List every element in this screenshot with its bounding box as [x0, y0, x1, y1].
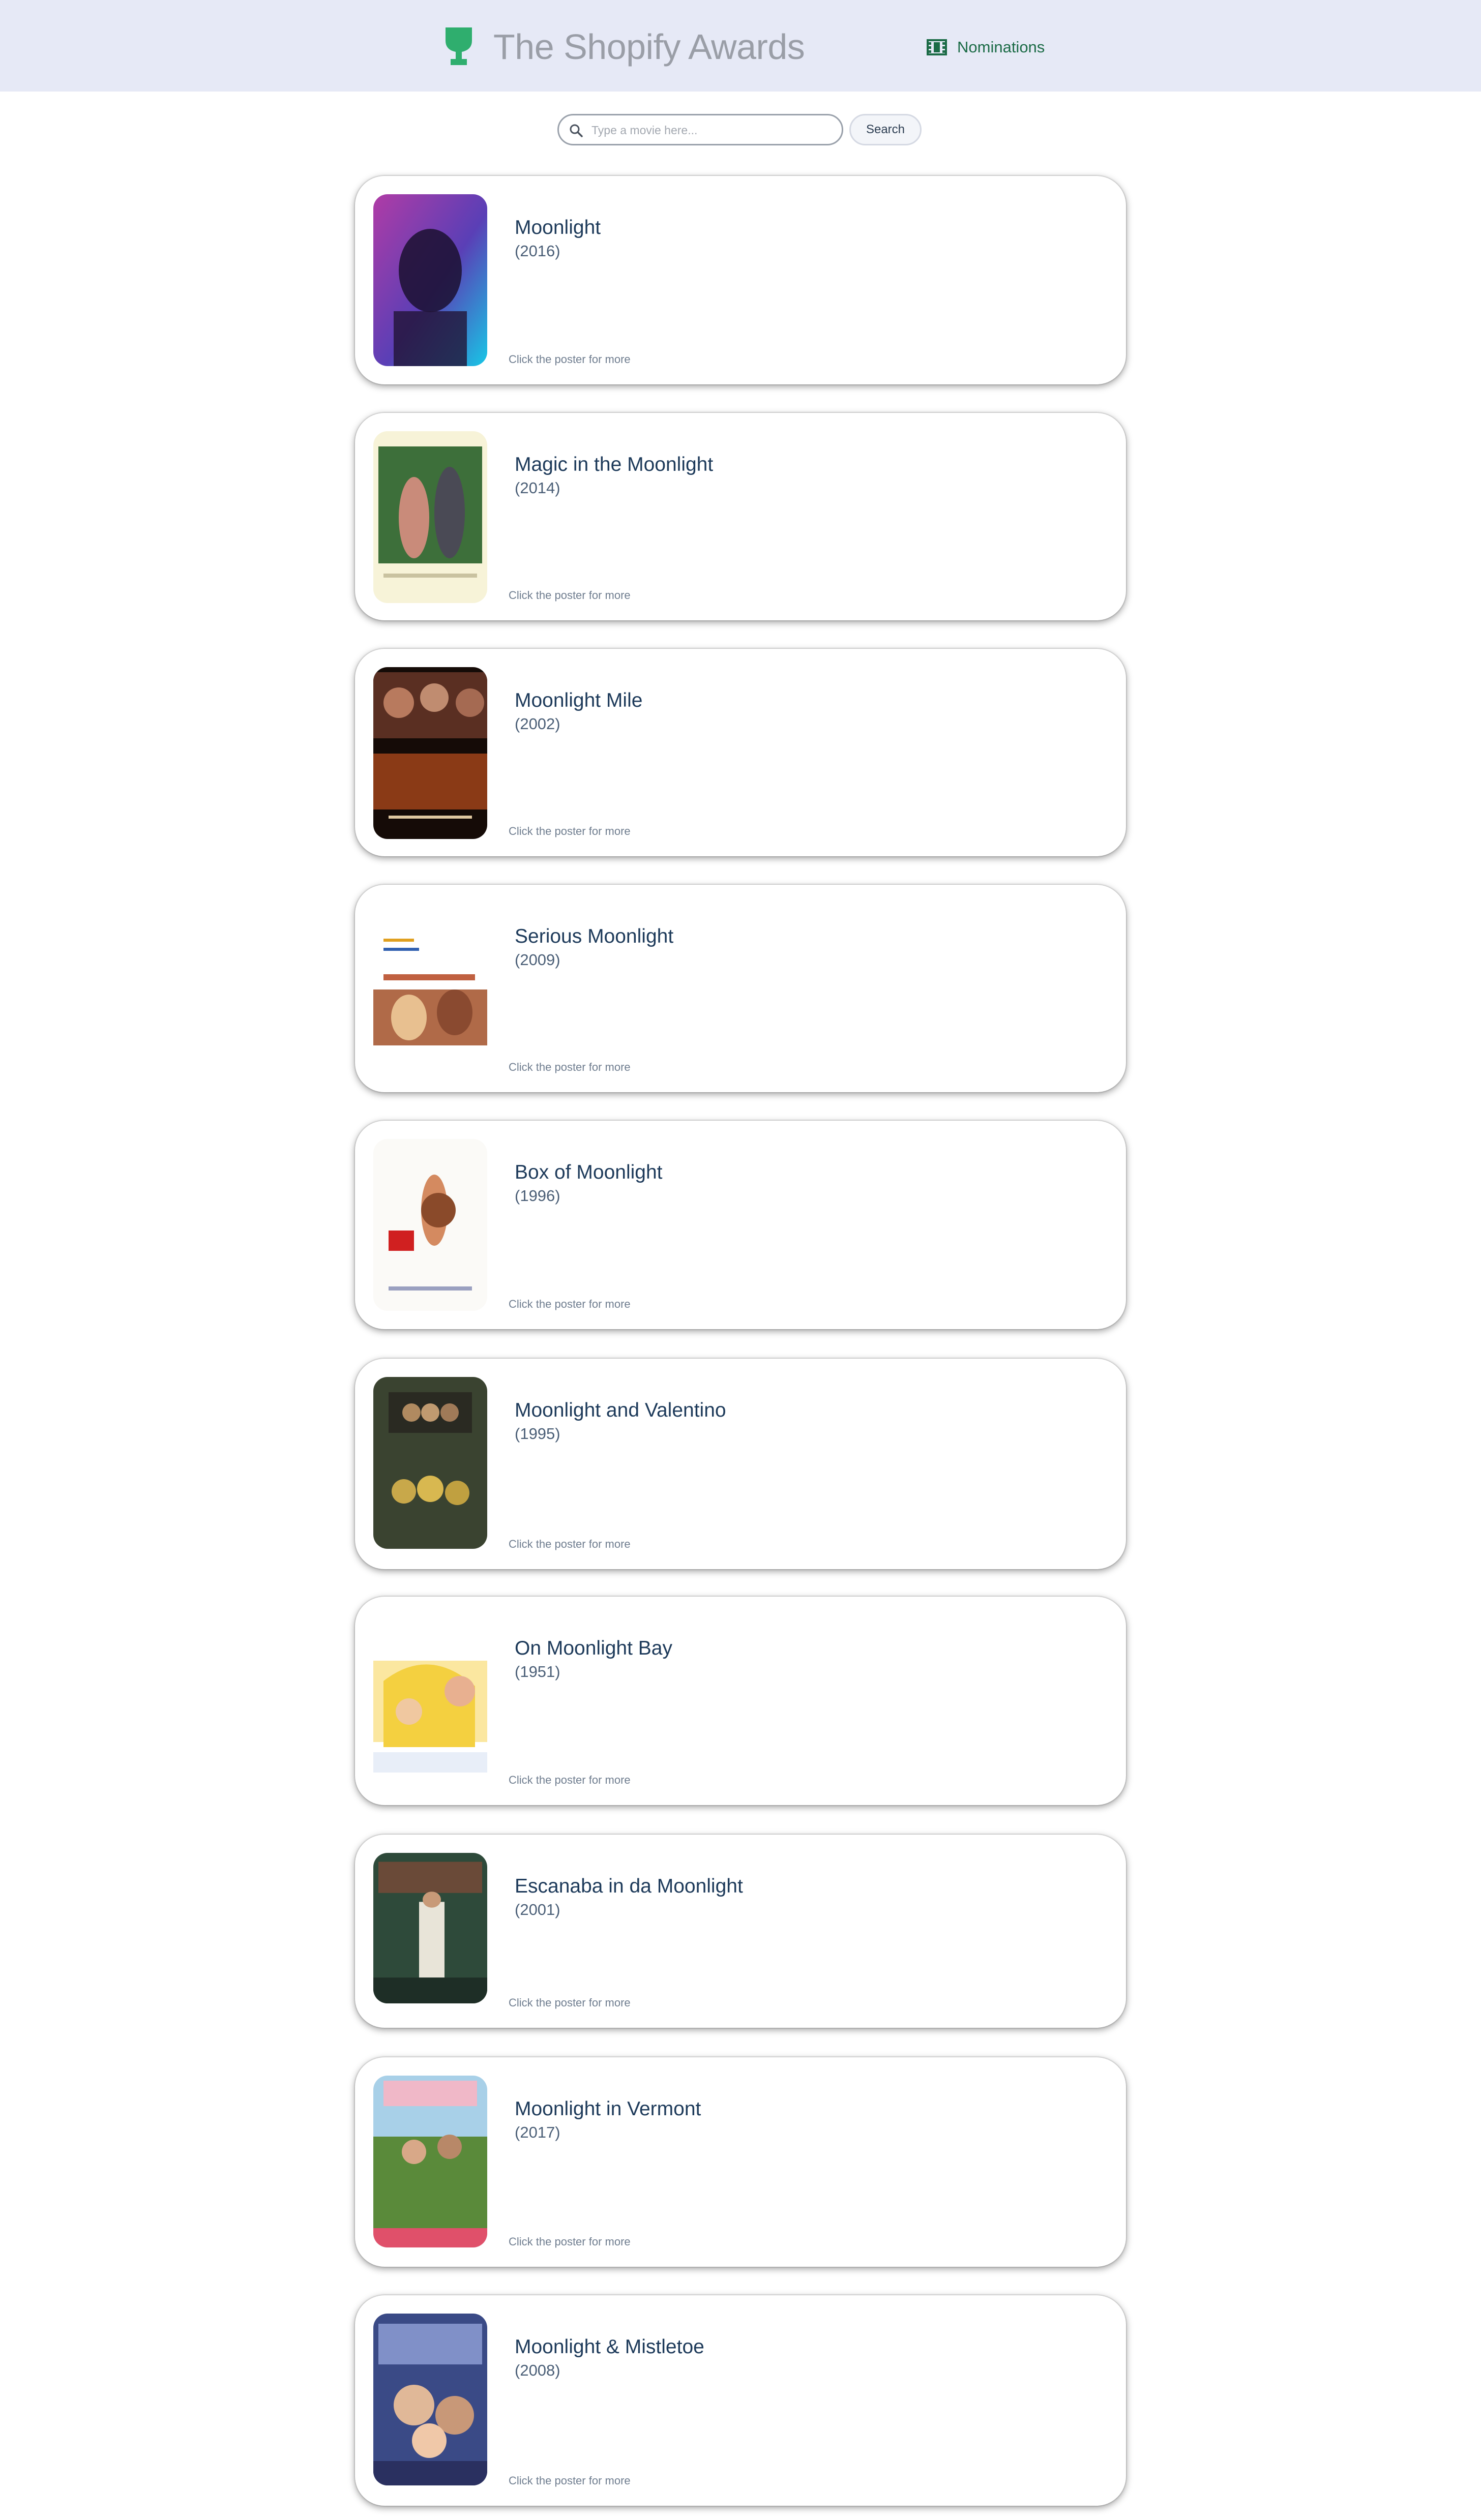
movie-card: Moonlight in Vermont (2017) Click the post…: [355, 2057, 1126, 2267]
movie-card: Moonlight and Valentino (1995) Click the p…: [355, 1359, 1126, 1569]
film-icon: [927, 39, 947, 55]
movie-card: Moonlight (2016) Click the poster for more: [355, 176, 1126, 384]
search-bar: Search: [0, 114, 1481, 147]
movie-card: Moonlight Mile (2002) Click the poster for…: [355, 649, 1126, 856]
movie-year: (2001): [515, 1901, 560, 1918]
movie-poster[interactable]: [373, 2076, 487, 2247]
movie-card: On Moonlight Bay (1951) Click the poster f…: [355, 1597, 1126, 1805]
movie-poster[interactable]: [373, 1615, 487, 1787]
nominations-link[interactable]: Nominations: [927, 36, 1045, 59]
movie-title: Box of Moonlight: [515, 1161, 663, 1183]
movie-year: (2008): [515, 2361, 560, 2379]
movie-year: (2017): [515, 2123, 560, 2141]
poster-hint: Click the poster for more: [509, 2235, 631, 2248]
movie-title: Moonlight Mile: [515, 689, 643, 711]
poster-hint: Click the poster for more: [509, 2474, 631, 2487]
poster-hint: Click the poster for more: [509, 353, 631, 366]
movie-card: Moonlight & Mistletoe (2008) Click the pos…: [355, 2295, 1126, 2506]
movie-poster[interactable]: [373, 1139, 487, 1311]
movie-year: (2016): [515, 242, 560, 260]
search-icon: [570, 124, 583, 137]
movie-year: (2014): [515, 479, 560, 497]
nominations-label: Nominations: [957, 38, 1045, 56]
movie-card: Escanaba in da Moonlight (2001) Click the …: [355, 1835, 1126, 2028]
poster-hint: Click the poster for more: [509, 1298, 631, 1310]
poster-hint: Click the poster for more: [509, 1061, 631, 1073]
movie-title: Moonlight in Vermont: [515, 2098, 701, 2120]
search-input[interactable]: [590, 119, 837, 141]
movie-title: Moonlight and Valentino: [515, 1399, 726, 1421]
movie-card: Serious Moonlight (2009) Click the poster …: [355, 885, 1126, 1092]
movie-year: (1951): [515, 1663, 560, 1681]
movie-title: Serious Moonlight: [515, 925, 674, 947]
movie-title: Moonlight & Mistletoe: [515, 2336, 704, 2358]
poster-hint: Click the poster for more: [509, 589, 631, 602]
search-field[interactable]: [557, 114, 843, 145]
movie-card: Magic in the Moonlight (2014) Click the po…: [355, 413, 1126, 620]
movie-poster[interactable]: [373, 431, 487, 603]
movie-poster[interactable]: [373, 1853, 487, 2003]
app-title: The Shopify Awards: [493, 27, 805, 67]
poster-hint: Click the poster for more: [509, 1538, 631, 1550]
poster-hint: Click the poster for more: [509, 1996, 631, 2009]
movie-title: On Moonlight Bay: [515, 1637, 673, 1659]
movie-year: (1996): [515, 1187, 560, 1205]
movie-title: Magic in the Moonlight: [515, 454, 714, 475]
movie-poster[interactable]: [373, 194, 487, 366]
app-header: The Shopify Awards Nominations: [0, 0, 1481, 92]
search-button[interactable]: Search: [849, 114, 922, 145]
movie-poster[interactable]: [373, 667, 487, 839]
movie-poster[interactable]: [373, 2314, 487, 2485]
trophy-icon: [446, 27, 472, 65]
movie-title: Escanaba in da Moonlight: [515, 1875, 743, 1897]
brand: The Shopify Awards: [443, 22, 805, 71]
movie-year: (1995): [515, 1425, 560, 1443]
movie-title: Moonlight: [515, 217, 601, 238]
poster-hint: Click the poster for more: [509, 1774, 631, 1786]
poster-hint: Click the poster for more: [509, 825, 631, 837]
movie-card: Box of Moonlight (1996) Click the poster f…: [355, 1121, 1126, 1329]
movie-poster[interactable]: [373, 903, 487, 1075]
movie-year: (2009): [515, 951, 560, 969]
movie-poster[interactable]: [373, 1377, 487, 1549]
movie-year: (2002): [515, 715, 560, 733]
